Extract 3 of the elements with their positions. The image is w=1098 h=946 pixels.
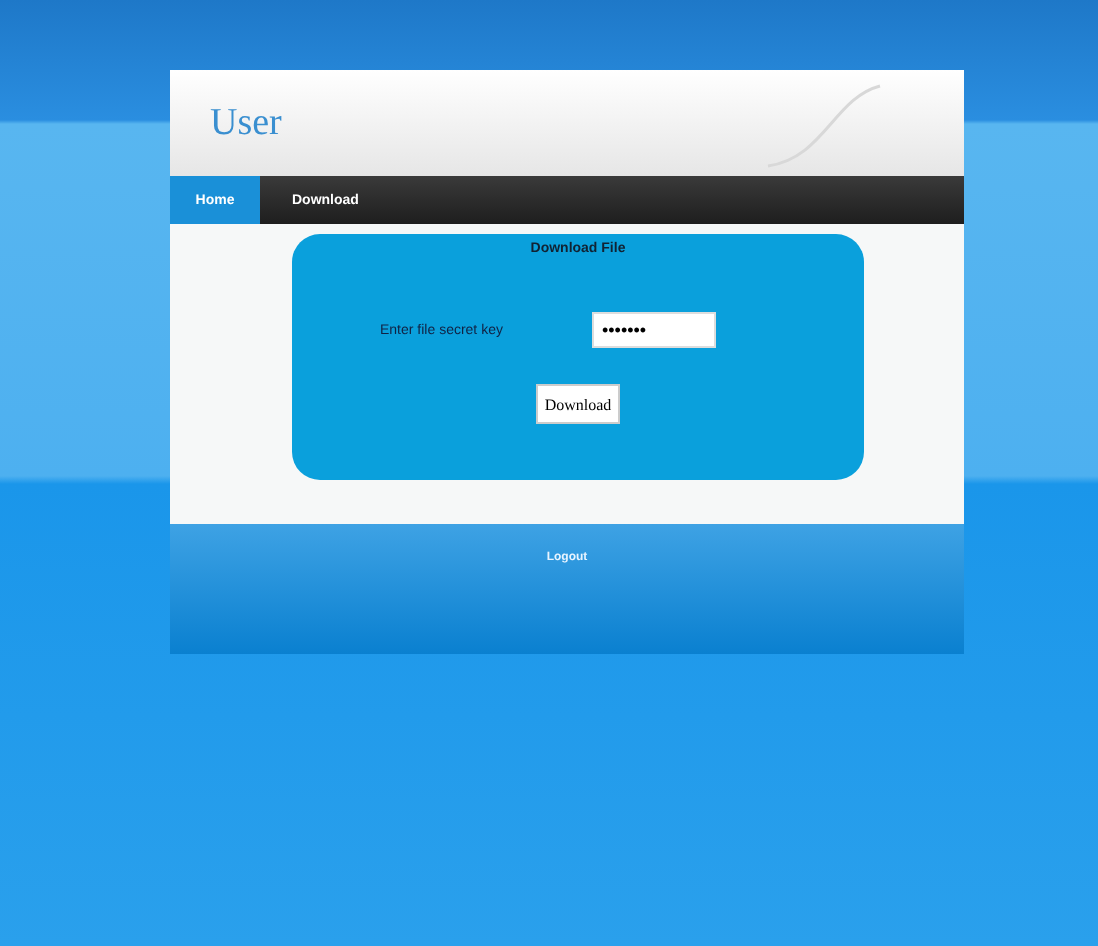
download-button[interactable]: Download [536, 384, 620, 424]
input-field[interactable]: ••••••• [592, 312, 716, 348]
site-title: User [210, 101, 282, 145]
